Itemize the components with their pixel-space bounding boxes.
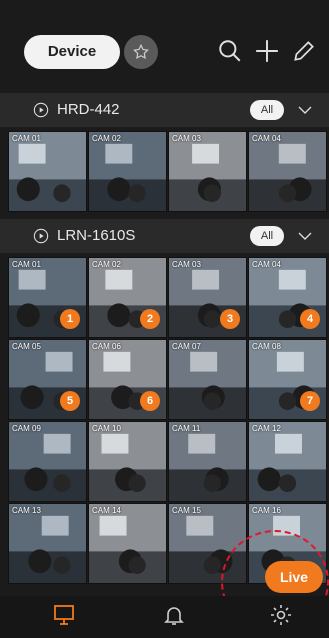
camera-tile[interactable]: CAM 04 4 bbox=[248, 257, 327, 338]
all-toggle[interactable]: All bbox=[250, 226, 284, 246]
camera-label: CAM 03 bbox=[172, 134, 201, 143]
camera-tile[interactable]: CAM 07 bbox=[168, 339, 247, 420]
camera-tile[interactable]: CAM 02 2 bbox=[88, 257, 167, 338]
camera-label: CAM 04 bbox=[252, 134, 281, 143]
group-header-hrd-442[interactable]: HRD-442 All bbox=[0, 93, 329, 127]
camera-tile[interactable]: CAM 03 bbox=[168, 131, 247, 212]
camera-label: CAM 12 bbox=[252, 424, 281, 433]
channel-badge: 2 bbox=[140, 309, 160, 329]
channel-badge: 3 bbox=[220, 309, 240, 329]
bottom-tabbar bbox=[0, 596, 329, 638]
camera-label: CAM 01 bbox=[12, 260, 41, 269]
channel-badge: 4 bbox=[300, 309, 320, 329]
add-button[interactable] bbox=[254, 38, 280, 64]
camera-feed-image bbox=[169, 340, 246, 419]
pencil-icon bbox=[294, 41, 314, 61]
camera-feed-image bbox=[89, 132, 166, 211]
camera-tile[interactable]: CAM 09 bbox=[8, 421, 87, 502]
camera-label: CAM 14 bbox=[92, 506, 121, 515]
camera-tile[interactable]: CAM 14 bbox=[88, 503, 167, 584]
gear-icon[interactable] bbox=[269, 603, 293, 627]
top-header: Device bbox=[0, 0, 329, 96]
camera-tile[interactable]: CAM 11 bbox=[168, 421, 247, 502]
all-toggle[interactable]: All bbox=[250, 100, 284, 120]
play-circle-icon[interactable] bbox=[33, 102, 49, 118]
camera-feed-image bbox=[249, 422, 326, 501]
channel-badge: 5 bbox=[60, 391, 80, 411]
camera-feed-image bbox=[169, 132, 246, 211]
camera-feed-image bbox=[9, 132, 86, 211]
camera-tile[interactable]: CAM 03 3 bbox=[168, 257, 247, 338]
camera-label: CAM 07 bbox=[172, 342, 201, 351]
chevron-down-icon[interactable] bbox=[296, 227, 314, 245]
channel-badge: 7 bbox=[300, 391, 320, 411]
camera-label: CAM 01 bbox=[12, 134, 41, 143]
camera-label: CAM 03 bbox=[172, 260, 201, 269]
camera-tile[interactable]: CAM 13 bbox=[8, 503, 87, 584]
camera-feed-image bbox=[9, 504, 86, 583]
search-button[interactable] bbox=[217, 38, 243, 64]
group-name: HRD-442 bbox=[57, 101, 120, 118]
bell-icon[interactable] bbox=[162, 603, 186, 627]
camera-tile[interactable]: CAM 02 bbox=[88, 131, 167, 212]
monitor-icon[interactable] bbox=[52, 603, 76, 627]
camera-label: CAM 11 bbox=[172, 424, 201, 433]
camera-feed-image bbox=[249, 132, 326, 211]
camera-label: CAM 02 bbox=[92, 134, 121, 143]
star-icon bbox=[133, 43, 149, 60]
camera-label: CAM 04 bbox=[252, 260, 281, 269]
camera-label: CAM 08 bbox=[252, 342, 281, 351]
camera-label: CAM 02 bbox=[92, 260, 121, 269]
camera-tile[interactable]: CAM 08 7 bbox=[248, 339, 327, 420]
camera-label: CAM 06 bbox=[92, 342, 121, 351]
camera-tile[interactable]: CAM 04 bbox=[248, 131, 327, 212]
channel-badge: 6 bbox=[140, 391, 160, 411]
channel-badge: 1 bbox=[60, 309, 80, 329]
camera-label: CAM 09 bbox=[12, 424, 41, 433]
camera-label: CAM 05 bbox=[12, 342, 41, 351]
camera-label: CAM 13 bbox=[12, 506, 41, 515]
camera-feed-image bbox=[89, 422, 166, 501]
camera-label: CAM 10 bbox=[92, 424, 121, 433]
camera-label: CAM 15 bbox=[172, 506, 201, 515]
group-header-lrn-1610s[interactable]: LRN-1610S All bbox=[0, 219, 329, 253]
camera-feed-image bbox=[169, 422, 246, 501]
favorites-button[interactable] bbox=[124, 35, 158, 69]
search-icon bbox=[219, 40, 241, 62]
camera-tile[interactable]: CAM 01 bbox=[8, 131, 87, 212]
camera-label: CAM 16 bbox=[252, 506, 281, 515]
plus-icon bbox=[256, 40, 278, 62]
camera-tile[interactable]: CAM 05 5 bbox=[8, 339, 87, 420]
camera-tile[interactable]: CAM 10 bbox=[88, 421, 167, 502]
camera-feed-image bbox=[89, 504, 166, 583]
group-name: LRN-1610S bbox=[57, 227, 136, 244]
chevron-down-icon[interactable] bbox=[296, 101, 314, 119]
camera-tile[interactable]: CAM 06 6 bbox=[88, 339, 167, 420]
device-tab-button[interactable]: Device bbox=[24, 35, 120, 69]
camera-feed-image bbox=[9, 422, 86, 501]
play-circle-icon[interactable] bbox=[33, 228, 49, 244]
edit-button[interactable] bbox=[291, 38, 317, 64]
camera-tile[interactable]: CAM 01 1 bbox=[8, 257, 87, 338]
camera-tile[interactable]: CAM 12 bbox=[248, 421, 327, 502]
